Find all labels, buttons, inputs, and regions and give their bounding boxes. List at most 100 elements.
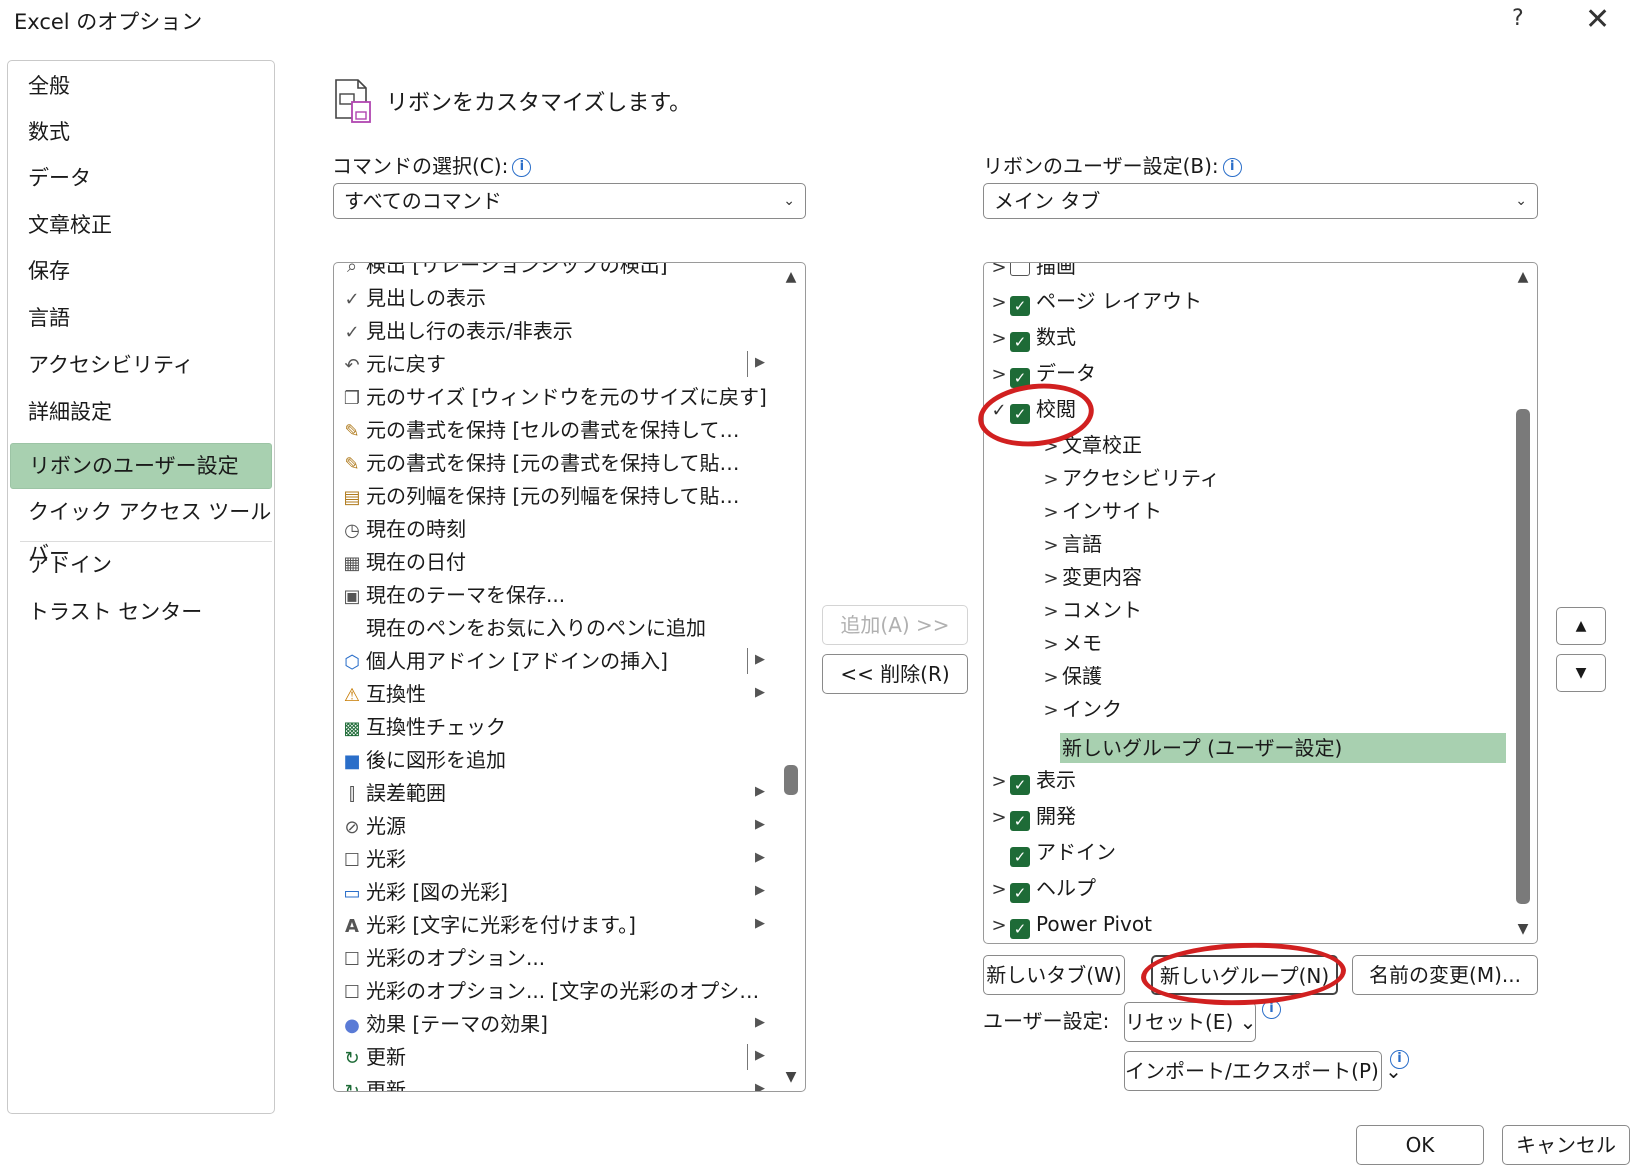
tree-item-tab[interactable]: > ✓ 開発 [988,799,1076,833]
nav-item-customize-ribbon[interactable]: リボンのユーザー設定 [10,443,272,489]
tree-item-tab[interactable]: > ✓ Power Pivot [988,907,1152,941]
nav-item-trust-center[interactable]: トラスト センター [8,591,274,633]
expand-icon[interactable]: > [1040,628,1062,662]
ok-button[interactable]: OK [1356,1125,1484,1165]
scrollbar-thumb[interactable] [784,765,798,795]
checkbox-checked[interactable]: ✓ [1010,847,1030,867]
list-item[interactable]: ▭ 光彩 [図の光彩] [338,876,507,909]
list-item[interactable]: ☐ 光彩のオプション... [文字の光彩のオプシ… [338,975,759,1008]
reset-dropdown-button[interactable]: リセット(E) ⌄ [1124,1002,1256,1042]
expand-icon[interactable]: > [988,909,1010,943]
list-item[interactable]: ↶ 元に戻す [338,348,446,381]
nav-item-addins[interactable]: アドイン [8,544,274,586]
close-button[interactable]: ✕ [1585,2,1610,37]
nav-item-data[interactable]: データ [8,157,274,199]
list-item[interactable]: ↻ 更新 [338,1074,406,1091]
scroll-down-arrow-icon[interactable]: ▼ [1513,921,1533,937]
list-item[interactable]: ⬡ 個人用アドイン [アドインの挿入] [338,645,668,678]
tree-item-tab[interactable]: > 描画 [988,263,1076,285]
tree-item-group[interactable]: > インサイト [1040,494,1162,528]
scroll-down-arrow-icon[interactable]: ▼ [781,1069,801,1085]
expand-icon[interactable]: > [988,322,1010,356]
expand-icon[interactable]: > [1040,496,1062,530]
nav-item-proofing[interactable]: 文章校正 [8,204,274,246]
tree-item-new-group-selected[interactable]: 新しいグループ (ユーザー設定) [1060,733,1506,763]
scroll-up-arrow-icon[interactable]: ▲ [1513,269,1533,285]
move-down-button[interactable]: ▼ [1556,654,1606,692]
nav-item-general[interactable]: 全般 [8,65,274,107]
list-item[interactable]: ✎ 元の書式を保持 [セルの書式を保持して… [338,414,739,447]
tree-item-tab[interactable]: > ✓ ページ レイアウト [988,284,1202,318]
tree-item-group[interactable]: > インク [1040,692,1122,726]
ribbon-tree[interactable]: > 描画 > ✓ ページ レイアウト > ✓ 数式 > ✓ データ ✓ ✓ 校閲 > 文章校正 > ア… [983,262,1538,944]
list-item[interactable]: 現在のペンをお気に入りのペンに追加 [338,612,706,645]
move-up-button[interactable]: ▲ [1556,607,1606,645]
tree-item-group[interactable]: > 保護 [1040,659,1102,693]
expand-icon[interactable]: > [988,263,1010,285]
list-item[interactable]: ☐ 光彩 [338,843,406,876]
expand-icon[interactable]: > [988,358,1010,392]
import-export-dropdown-button[interactable]: インポート/エクスポート(P) ⌄ [1124,1051,1402,1091]
info-icon[interactable]: i [512,158,532,177]
list-item[interactable]: ◷ 現在の時刻 [338,513,466,546]
nav-item-advanced[interactable]: 詳細設定 [8,391,274,433]
add-button[interactable]: 追加(A) >> [822,605,968,645]
expand-icon[interactable]: > [988,873,1010,907]
nav-item-save[interactable]: 保存 [8,250,274,292]
scrollbar-thumb[interactable] [1516,409,1530,904]
checkbox-checked[interactable]: ✓ [1010,811,1030,831]
expand-icon[interactable]: > [1040,529,1062,563]
expand-icon[interactable]: > [988,765,1010,799]
tree-item-tab[interactable]: > ✓ 表示 [988,763,1076,797]
tree-item-tab[interactable]: ✓ アドイン [988,835,1116,869]
commands-dropdown[interactable]: すべてのコマンド ⌄ [333,183,806,219]
info-icon[interactable]: i [1390,1050,1409,1069]
cancel-button[interactable]: キャンセル [1502,1125,1630,1165]
list-item[interactable]: ● 効果 [テーマの効果] [338,1008,548,1041]
checkbox[interactable] [1010,263,1030,276]
list-item[interactable]: ▣ 現在のテーマを保存... [338,579,565,612]
nav-item-accessibility[interactable]: アクセシビリティ [8,344,274,386]
list-item[interactable]: ▩ 互換性チェック [338,711,506,744]
checkbox-checked[interactable]: ✓ [1010,775,1030,795]
info-icon[interactable]: i [1222,158,1242,177]
remove-button[interactable]: << 削除(R) [822,654,968,694]
expand-icon[interactable]: > [988,286,1010,320]
list-item[interactable]: ✓ 見出し行の表示/非表示 [338,315,572,348]
list-item[interactable]: A 光彩 [文字に光彩を付けます。] [338,909,636,942]
list-item[interactable]: ✎ 元の書式を保持 [元の書式を保持して貼… [338,447,739,480]
help-button[interactable]: ? [1512,6,1524,31]
checkbox-checked[interactable]: ✓ [1010,883,1030,903]
commands-list[interactable]: ⌕ 検出 [リレーションシップの検出] ✓ 見出しの表示 ✓ 見出し行の表示/非表示 … [333,262,806,1092]
list-item[interactable]: ⌕ 検出 [リレーションシップの検出] [338,263,668,282]
list-item[interactable]: ☐ 光彩のオプション... [338,942,545,975]
checkbox-checked[interactable]: ✓ [1010,919,1030,939]
list-item[interactable]: ⫿ 誤差範囲 [338,777,446,810]
checkbox-checked[interactable]: ✓ [1010,332,1030,352]
checkbox-checked[interactable]: ✓ [1010,296,1030,316]
tree-item-tab[interactable]: > ✓ ヘルプ [988,871,1096,905]
expand-icon[interactable]: > [1040,463,1062,497]
expand-icon[interactable]: > [988,801,1010,835]
list-item[interactable]: ↻ 更新 [338,1041,406,1074]
list-item[interactable]: ⊘ 光源 [338,810,406,843]
expand-icon[interactable]: > [1040,661,1062,695]
list-item[interactable]: ▦ 現在の日付 [338,546,466,579]
expand-icon[interactable]: > [1040,694,1062,728]
ribbon-dropdown[interactable]: メイン タブ ⌄ [983,183,1538,219]
expand-icon[interactable]: > [1040,595,1062,629]
list-item[interactable]: ✓ 見出しの表示 [338,282,486,315]
tree-item-group[interactable]: > 言語 [1040,527,1102,561]
list-item[interactable]: ❐ 元のサイズ [ウィンドウを元のサイズに戻す] [338,381,767,414]
tree-item-group[interactable]: > 変更内容 [1040,560,1142,594]
tree-item-tab[interactable]: > ✓ 数式 [988,320,1076,354]
tree-item-group[interactable]: > メモ [1040,626,1102,660]
nav-item-quick-access-toolbar[interactable]: クイック アクセス ツール バー [8,491,274,566]
rename-button[interactable]: 名前の変更(M)... [1352,955,1538,995]
list-item[interactable]: ⚠ 互換性 [338,678,426,711]
nav-item-formulas[interactable]: 数式 [8,111,274,153]
nav-item-language[interactable]: 言語 [8,297,274,339]
tree-item-group[interactable]: > コメント [1040,593,1142,627]
list-item[interactable]: ▤ 元の列幅を保持 [元の列幅を保持して貼… [338,480,739,513]
expand-icon[interactable]: > [1040,562,1062,596]
